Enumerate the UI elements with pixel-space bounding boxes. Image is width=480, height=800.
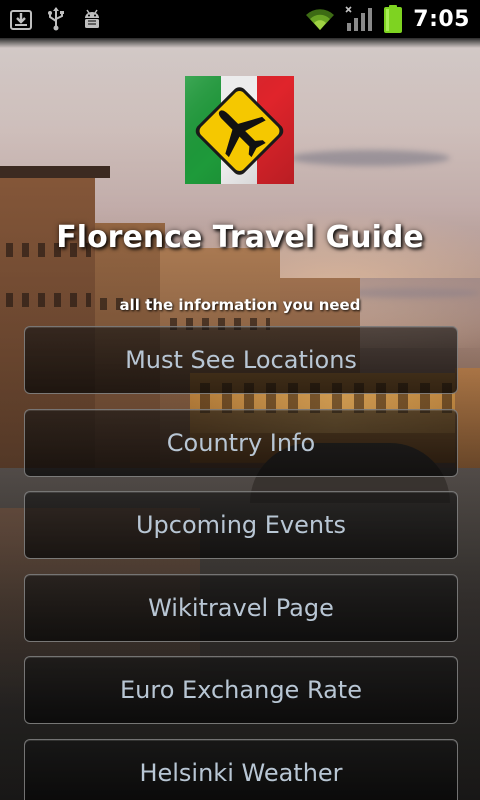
android-debug-icon — [80, 7, 104, 31]
upcoming-events-button[interactable]: Upcoming Events — [24, 491, 458, 559]
helsinki-weather-button[interactable]: Helsinki Weather — [24, 739, 458, 800]
wikitravel-page-button[interactable]: Wikitravel Page — [24, 574, 458, 642]
screen: 7:05 Florence Travel Guide all the infor… — [0, 0, 480, 800]
clock: 7:05 — [413, 6, 470, 32]
download-icon — [10, 8, 32, 30]
usb-icon — [46, 6, 66, 32]
app-title: Florence Travel Guide — [56, 220, 424, 255]
signal-icon — [345, 6, 373, 32]
app-subtitle: all the information you need — [119, 296, 361, 314]
system-icons: 7:05 — [305, 0, 470, 38]
country-info-button[interactable]: Country Info — [24, 409, 458, 477]
airplane-sign-icon — [185, 76, 294, 184]
euro-exchange-rate-button[interactable]: Euro Exchange Rate — [24, 656, 458, 724]
must-see-locations-button[interactable]: Must See Locations — [24, 326, 458, 394]
app-logo — [185, 76, 294, 184]
notification-icons — [10, 5, 104, 33]
status-bar: 7:05 — [0, 0, 480, 38]
wifi-icon — [305, 7, 335, 31]
battery-icon — [383, 4, 403, 34]
status-bar-shadow — [0, 38, 480, 48]
